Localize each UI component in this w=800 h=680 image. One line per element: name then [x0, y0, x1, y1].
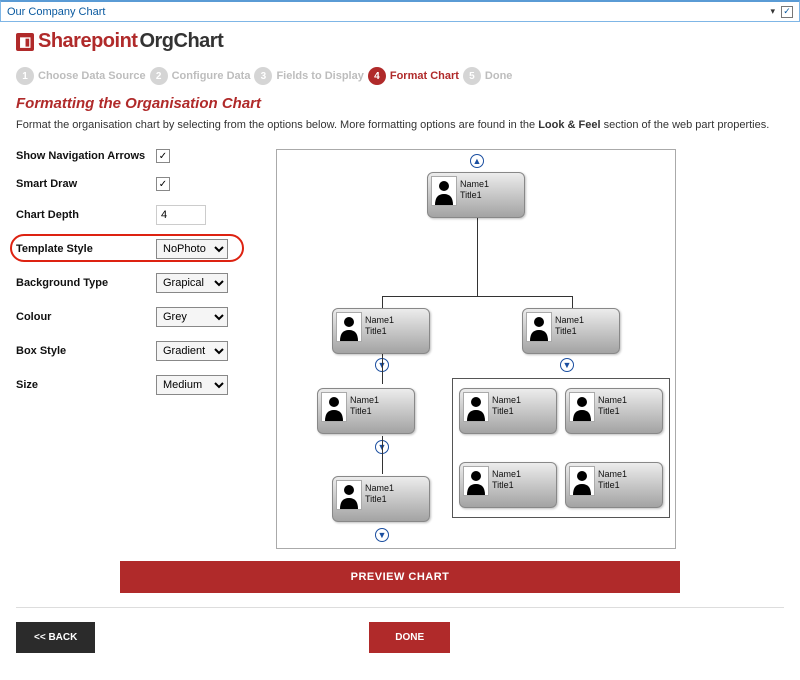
template-style-label: Template Style	[16, 243, 156, 255]
node-name: Name1	[492, 395, 521, 406]
divider	[16, 607, 784, 608]
back-button[interactable]: << BACK	[16, 622, 95, 653]
nav-down-icon[interactable]: ▼	[375, 528, 389, 542]
step-5[interactable]: 5 Done	[463, 67, 513, 85]
node-name: Name1	[365, 315, 394, 326]
step-3[interactable]: 3 Fields to Display	[254, 67, 363, 85]
node-title: Title1	[598, 406, 627, 417]
org-node[interactable]: Name1Title1	[565, 462, 663, 508]
window-titlebar: Our Company Chart ▾ ✓	[0, 0, 800, 22]
org-node[interactable]: Name1Title1	[459, 388, 557, 434]
desc-bold: Look & Feel	[538, 119, 600, 131]
step-num-3: 3	[254, 67, 272, 85]
step-4[interactable]: 4 Format Chart	[368, 67, 459, 85]
brand-part-b: OrgChart	[139, 30, 223, 53]
step-label-2: Configure Data	[172, 70, 251, 82]
step-label-3: Fields to Display	[276, 70, 363, 82]
step-label-5: Done	[485, 70, 513, 82]
org-node[interactable]: Name1Title1	[459, 462, 557, 508]
node-title: Title1	[350, 406, 379, 417]
node-title: Title1	[365, 494, 394, 505]
options-panel: Show Navigation Arrows ✓ Smart Draw ✓ Ch…	[16, 149, 246, 549]
smart-draw-checkbox[interactable]: ✓	[156, 177, 170, 191]
colour-label: Colour	[16, 311, 156, 323]
node-name: Name1	[492, 469, 521, 480]
nav-up-icon[interactable]: ▲	[470, 154, 484, 168]
avatar-icon	[431, 176, 457, 206]
background-type-label: Background Type	[16, 277, 156, 289]
desc-part-a: Format the organisation chart by selecti…	[16, 119, 538, 131]
chart-depth-input[interactable]	[156, 205, 206, 225]
node-title: Title1	[460, 190, 489, 201]
org-node[interactable]: Name1Title1	[565, 388, 663, 434]
node-name: Name1	[365, 483, 394, 494]
box-style-label: Box Style	[16, 345, 156, 357]
avatar-icon	[321, 392, 347, 422]
brand-icon: ◧	[16, 33, 34, 51]
avatar-icon	[336, 312, 362, 342]
titlebar-menu-chevron-icon[interactable]: ▾	[770, 6, 775, 17]
step-num-1: 1	[16, 67, 34, 85]
nav-down-icon[interactable]: ▼	[560, 358, 574, 372]
size-label: Size	[16, 379, 156, 391]
done-button[interactable]: DONE	[369, 622, 450, 653]
org-node[interactable]: Name1Title1	[332, 476, 430, 522]
template-style-select[interactable]: NoPhoto	[156, 239, 228, 259]
step-label-4: Format Chart	[390, 70, 459, 82]
node-title: Title1	[365, 326, 394, 337]
section-description: Format the organisation chart by selecti…	[16, 118, 784, 133]
titlebar-check-button[interactable]: ✓	[781, 6, 793, 18]
node-name: Name1	[555, 315, 584, 326]
smart-draw-label: Smart Draw	[16, 178, 156, 190]
chart-depth-label: Chart Depth	[16, 209, 156, 221]
avatar-icon	[336, 480, 362, 510]
avatar-icon	[526, 312, 552, 342]
step-num-2: 2	[150, 67, 168, 85]
step-num-5: 5	[463, 67, 481, 85]
brand-logo: ◧ SharepointOrgChart	[16, 30, 784, 53]
size-select[interactable]: Medium	[156, 375, 228, 395]
step-1[interactable]: 1 Choose Data Source	[16, 67, 146, 85]
avatar-icon	[569, 392, 595, 422]
org-node[interactable]: Name1Title1	[317, 388, 415, 434]
node-title: Title1	[555, 326, 584, 337]
colour-select[interactable]: Grey	[156, 307, 228, 327]
node-name: Name1	[350, 395, 379, 406]
wizard-steps: 1 Choose Data Source 2 Configure Data 3 Fie…	[16, 67, 784, 85]
window-title: Our Company Chart	[7, 6, 105, 18]
avatar-icon	[463, 392, 489, 422]
step-label-1: Choose Data Source	[38, 70, 146, 82]
step-2[interactable]: 2 Configure Data	[150, 67, 251, 85]
node-title: Title1	[492, 480, 521, 491]
show-nav-checkbox[interactable]: ✓	[156, 149, 170, 163]
show-nav-label: Show Navigation Arrows	[16, 150, 156, 162]
section-title: Formatting the Organisation Chart	[16, 95, 784, 112]
chart-preview: ▲ ▼ ▼ ▼ ▼ Name1Title1 Name1Title1	[276, 149, 676, 549]
org-node[interactable]: Name1Title1	[522, 308, 620, 354]
node-title: Title1	[492, 406, 521, 417]
avatar-icon	[569, 466, 595, 496]
node-name: Name1	[460, 179, 489, 190]
node-name: Name1	[598, 395, 627, 406]
box-style-select[interactable]: Gradient	[156, 341, 228, 361]
node-title: Title1	[598, 480, 627, 491]
org-node[interactable]: Name1Title1	[427, 172, 525, 218]
avatar-icon	[463, 466, 489, 496]
preview-chart-button[interactable]: PREVIEW CHART	[120, 561, 680, 593]
background-type-select[interactable]: Grapical	[156, 273, 228, 293]
desc-part-b: section of the web part properties.	[601, 119, 770, 131]
brand-part-a: Sharepoint	[38, 30, 137, 53]
step-num-4: 4	[368, 67, 386, 85]
org-node[interactable]: Name1Title1	[332, 308, 430, 354]
node-name: Name1	[598, 469, 627, 480]
